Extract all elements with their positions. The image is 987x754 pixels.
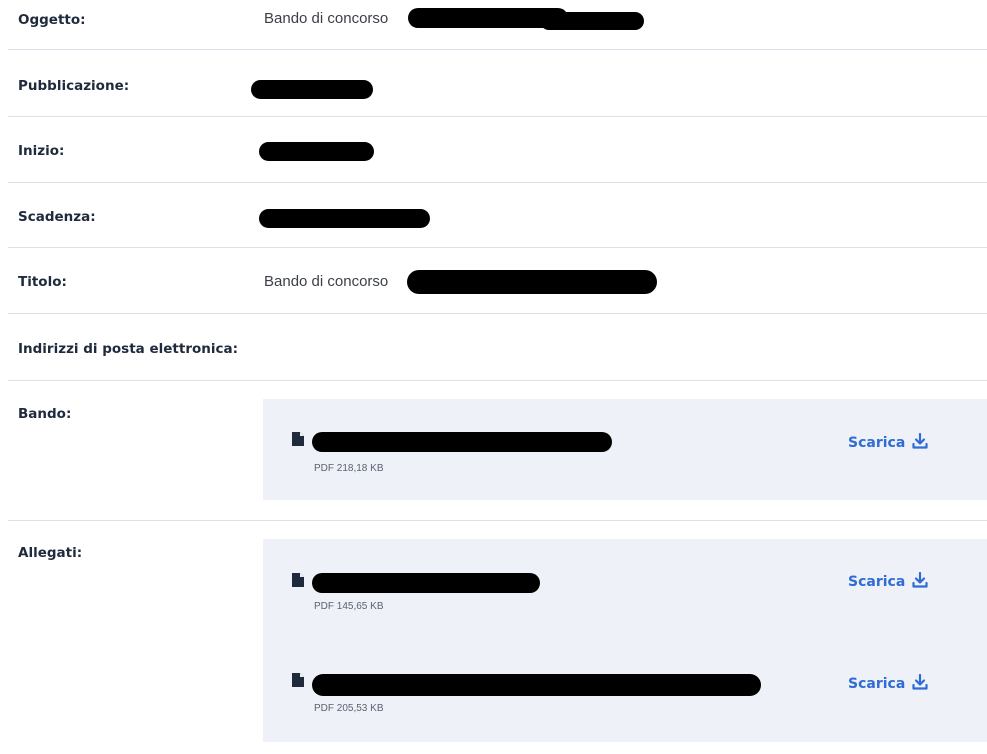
bando-label: Bando: xyxy=(18,406,72,422)
file-icon xyxy=(292,573,304,587)
titolo-label: Titolo: xyxy=(18,274,67,290)
pubblicazione-label: Pubblicazione: xyxy=(18,78,130,94)
redaction xyxy=(312,674,761,696)
redaction xyxy=(540,12,644,30)
file-meta: PDF 218,18 KB xyxy=(314,463,384,474)
divider xyxy=(8,520,987,521)
allegati-label: Allegati: xyxy=(18,545,83,561)
download-button[interactable]: Scarica xyxy=(848,432,929,451)
file-icon xyxy=(292,432,304,446)
oggetto-value: Bando di concorso xyxy=(264,10,389,27)
divider xyxy=(8,247,987,248)
redaction xyxy=(312,432,612,452)
divider xyxy=(8,182,987,183)
scadenza-label: Scadenza: xyxy=(18,209,96,225)
download-label: Scarica xyxy=(848,574,906,590)
redaction xyxy=(259,142,374,161)
divider xyxy=(8,49,987,50)
download-icon xyxy=(912,673,928,690)
divider xyxy=(8,380,987,381)
redaction xyxy=(251,80,373,99)
indirizzi-label: Indirizzi di posta elettronica: xyxy=(18,341,239,357)
oggetto-label: Oggetto: xyxy=(18,12,86,28)
download-label: Scarica xyxy=(848,435,906,451)
divider xyxy=(8,313,987,314)
download-button[interactable]: Scarica xyxy=(848,571,929,590)
inizio-label: Inizio: xyxy=(18,143,65,159)
redaction xyxy=(407,270,657,294)
redaction xyxy=(312,573,540,593)
titolo-value: Bando di concorso xyxy=(264,273,389,290)
file-icon xyxy=(292,673,304,687)
file-meta: PDF 205,53 KB xyxy=(314,703,384,714)
download-label: Scarica xyxy=(848,676,906,692)
redaction xyxy=(259,209,430,228)
divider xyxy=(8,116,987,117)
download-icon xyxy=(912,432,928,449)
download-button[interactable]: Scarica xyxy=(848,673,929,692)
download-icon xyxy=(912,571,928,588)
file-meta: PDF 145,65 KB xyxy=(314,601,384,612)
